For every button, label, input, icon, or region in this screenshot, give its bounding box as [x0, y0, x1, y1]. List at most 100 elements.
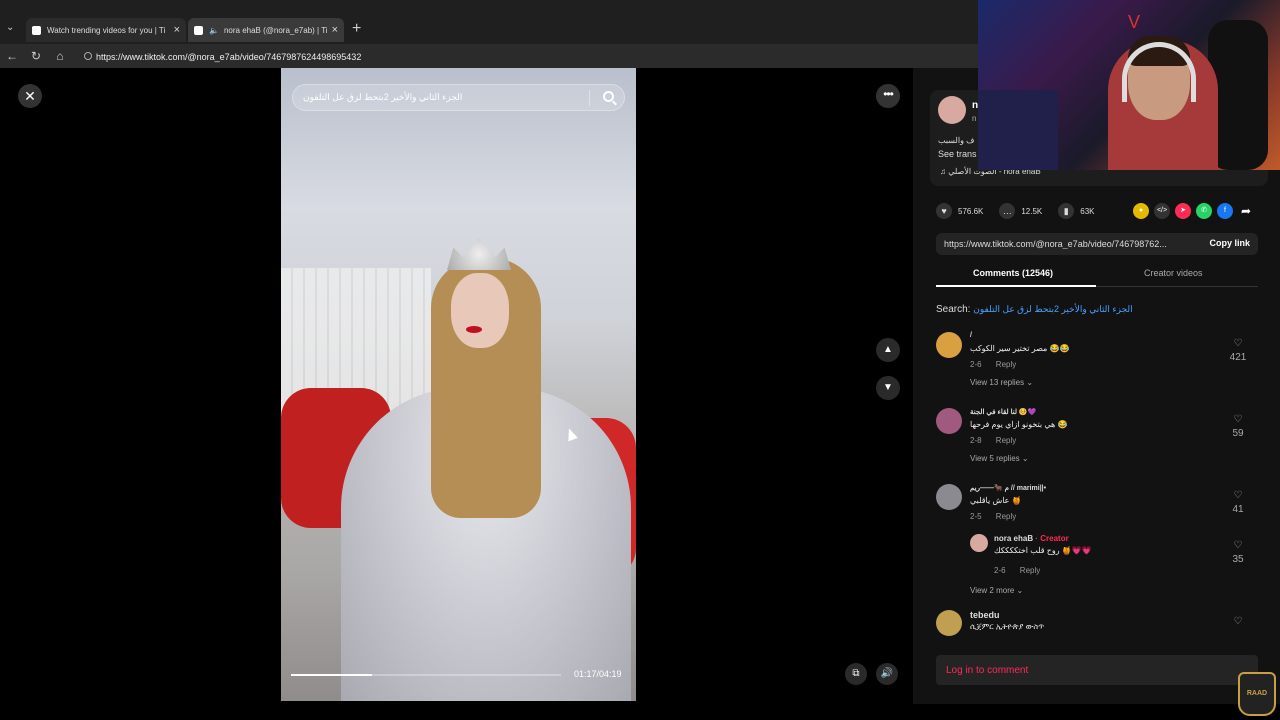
copy-link-button[interactable]: Copy link: [1209, 238, 1250, 248]
tab-title: nora ehaB (@nora_e7ab) | Ti: [223, 25, 328, 35]
comment-item: م 🐂——ريم // marimi||• عاش ياقلبي 🍯 2-5 R…: [936, 484, 1256, 524]
video-search-text: الجزء الثاني والأخير 2بتحط لزق عل التلفو…: [303, 92, 463, 102]
comment-author[interactable]: tebedu: [970, 610, 1000, 620]
video-time: 01:17/04:19: [574, 669, 622, 679]
progress-fill: [291, 674, 372, 676]
comment-like[interactable]: ♡ 35: [1228, 540, 1248, 565]
action-bar: ♥ 576.6K … 12.5K ▮ 63K: [936, 200, 1111, 222]
like-button[interactable]: ♥ 576.6K: [936, 203, 983, 219]
comment-text: ሲጀምር ኢትዮጵያ ውስጥ: [970, 622, 1045, 631]
comment-text: مصر تختير سير الكوكب 😂😂: [970, 344, 1070, 353]
volume-button[interactable]: 🔊: [876, 663, 898, 685]
url-text: https://www.tiktok.com/@nora_e7ab/video/…: [96, 51, 362, 62]
send-icon[interactable]: ➤: [1175, 203, 1191, 219]
view-replies-button[interactable]: View 5 replies ⌄: [970, 454, 1029, 463]
tiktok-favicon-icon: [194, 25, 203, 35]
comment-like[interactable]: ♡ 59: [1228, 414, 1248, 439]
comment-text: هي بتخونو ازاي يوم فرحها 😂: [970, 420, 1068, 429]
reload-icon[interactable]: ↻: [24, 49, 48, 63]
url-field[interactable]: https://www.tiktok.com/@nora_e7ab/video/…: [82, 48, 962, 65]
comment-author[interactable]: م 🐂——ريم // marimi||•: [970, 484, 1046, 492]
close-tab-icon[interactable]: ×: [174, 24, 180, 36]
comment-item: / مصر تختير سير الكوكب 😂😂 2-6 Reply View…: [936, 332, 1256, 396]
site-info-icon[interactable]: [84, 52, 92, 60]
search-suggestion[interactable]: Search: الجزء الثاني والأخير 2بتحط لزق ع…: [936, 304, 1133, 315]
comment-date: 2-5: [970, 512, 982, 521]
link-box: https://www.tiktok.com/@nora_e7ab/video/…: [936, 233, 1258, 255]
tab-nora[interactable]: 🔈 nora ehaB (@nora_e7ab) | Ti ×: [188, 18, 344, 42]
home-icon[interactable]: ⌂: [48, 49, 72, 63]
avatar[interactable]: [936, 484, 962, 510]
heart-icon: ♡: [1233, 414, 1243, 425]
coin-icon[interactable]: ●: [1133, 203, 1149, 219]
share-arrow-icon[interactable]: ➦: [1238, 203, 1254, 219]
comment-icon: …: [999, 203, 1016, 219]
progress-bar[interactable]: [291, 674, 561, 676]
tab-title: Watch trending videos for you | Ti: [47, 25, 166, 35]
video-search-bar[interactable]: الجزء الثاني والأخير 2بتحط لزق عل التلفو…: [292, 84, 625, 111]
facebook-icon[interactable]: f: [1217, 203, 1233, 219]
new-tab-button[interactable]: +: [352, 20, 361, 38]
see-translation-link[interactable]: See trans: [938, 149, 977, 159]
comment-date: 2-6: [970, 360, 982, 369]
raad-logo: RAAD: [1238, 672, 1276, 716]
comment-author[interactable]: nora ehaB · Creator: [994, 534, 1069, 543]
previous-video-button[interactable]: ▲: [876, 338, 900, 362]
creator-reply: nora ehaB · Creator روح قلب اختككككك 🍯💗💗…: [970, 534, 1260, 584]
search-query-link[interactable]: الجزء الثاني والأخير 2بتحط لزق عل التلفو…: [973, 304, 1132, 314]
float-player-button[interactable]: ⧉: [845, 663, 867, 685]
avatar[interactable]: [936, 610, 962, 636]
view-replies-button[interactable]: View 13 replies ⌄: [970, 378, 1033, 387]
video-link-text[interactable]: https://www.tiktok.com/@nora_e7ab/video/…: [944, 239, 1194, 249]
reply-button[interactable]: Reply: [996, 436, 1016, 445]
search-icon[interactable]: [603, 91, 614, 102]
avatar[interactable]: [936, 332, 962, 358]
speaker-icon[interactable]: 🔈: [209, 26, 219, 35]
comment-item: tebedu ሲጀምር ኢትዮጵያ ውስጥ ♡: [936, 610, 1256, 640]
music-note-icon: ♫: [940, 167, 949, 176]
reply-button[interactable]: Reply: [996, 512, 1016, 521]
close-video-button[interactable]: ✕: [18, 84, 42, 108]
tab-trending[interactable]: Watch trending videos for you | Ti ×: [26, 18, 186, 42]
view-more-replies-button[interactable]: View 2 more ⌄: [970, 586, 1023, 595]
login-to-comment-button[interactable]: Log in to comment: [936, 655, 1258, 685]
video-player[interactable]: [281, 68, 636, 701]
author-handle: n: [972, 114, 977, 123]
close-tab-icon[interactable]: ×: [332, 24, 338, 36]
comment-like[interactable]: ♡ 421: [1228, 338, 1248, 363]
heart-icon: ♡: [1233, 338, 1243, 349]
heart-icon: ♡: [1233, 616, 1243, 627]
heart-icon: ♥: [936, 203, 952, 219]
reply-button[interactable]: Reply: [996, 360, 1016, 369]
comment-date: 2-6: [994, 566, 1006, 575]
avatar[interactable]: [970, 534, 988, 552]
heart-icon: ♡: [1233, 490, 1243, 501]
comment-like[interactable]: ♡: [1228, 616, 1248, 628]
whatsapp-icon[interactable]: ✆: [1196, 203, 1212, 219]
avatar[interactable]: [938, 96, 966, 124]
comment-author[interactable]: لنا لقاء في الجنة 🥺💜: [970, 408, 1036, 416]
comment-date: 2-8: [970, 436, 982, 445]
tab-comments[interactable]: Comments (12546): [973, 268, 1053, 278]
embed-icon[interactable]: </>: [1154, 203, 1170, 219]
comment-author[interactable]: /: [970, 332, 972, 339]
tab-list-icon[interactable]: ⌄: [6, 22, 14, 33]
comment-like[interactable]: ♡ 41: [1228, 490, 1248, 515]
avatar[interactable]: [936, 408, 962, 434]
reply-button[interactable]: Reply: [1020, 566, 1040, 575]
more-options-button[interactable]: •••: [876, 84, 900, 108]
save-button[interactable]: ▮ 63K: [1058, 203, 1095, 219]
next-video-button[interactable]: ▼: [876, 376, 900, 400]
streamer-webcam: V: [978, 0, 1280, 170]
tiktok-favicon-icon: [32, 25, 41, 35]
heart-icon: ♡: [1233, 540, 1243, 551]
comment-button[interactable]: … 12.5K: [999, 203, 1042, 219]
chair-logo-icon: V: [1128, 12, 1141, 32]
back-icon[interactable]: ←: [0, 49, 24, 63]
comment-text: عاش ياقلبي 🍯: [970, 496, 1022, 505]
comment-text: روح قلب اختككككك 🍯💗💗: [994, 546, 1092, 555]
video-description: ف والسبب: [938, 136, 975, 145]
tab-creator-videos[interactable]: Creator videos: [1144, 268, 1203, 278]
comment-item: لنا لقاء في الجنة 🥺💜 هي بتخونو ازاي يوم …: [936, 408, 1256, 472]
bookmark-icon: ▮: [1058, 203, 1075, 219]
